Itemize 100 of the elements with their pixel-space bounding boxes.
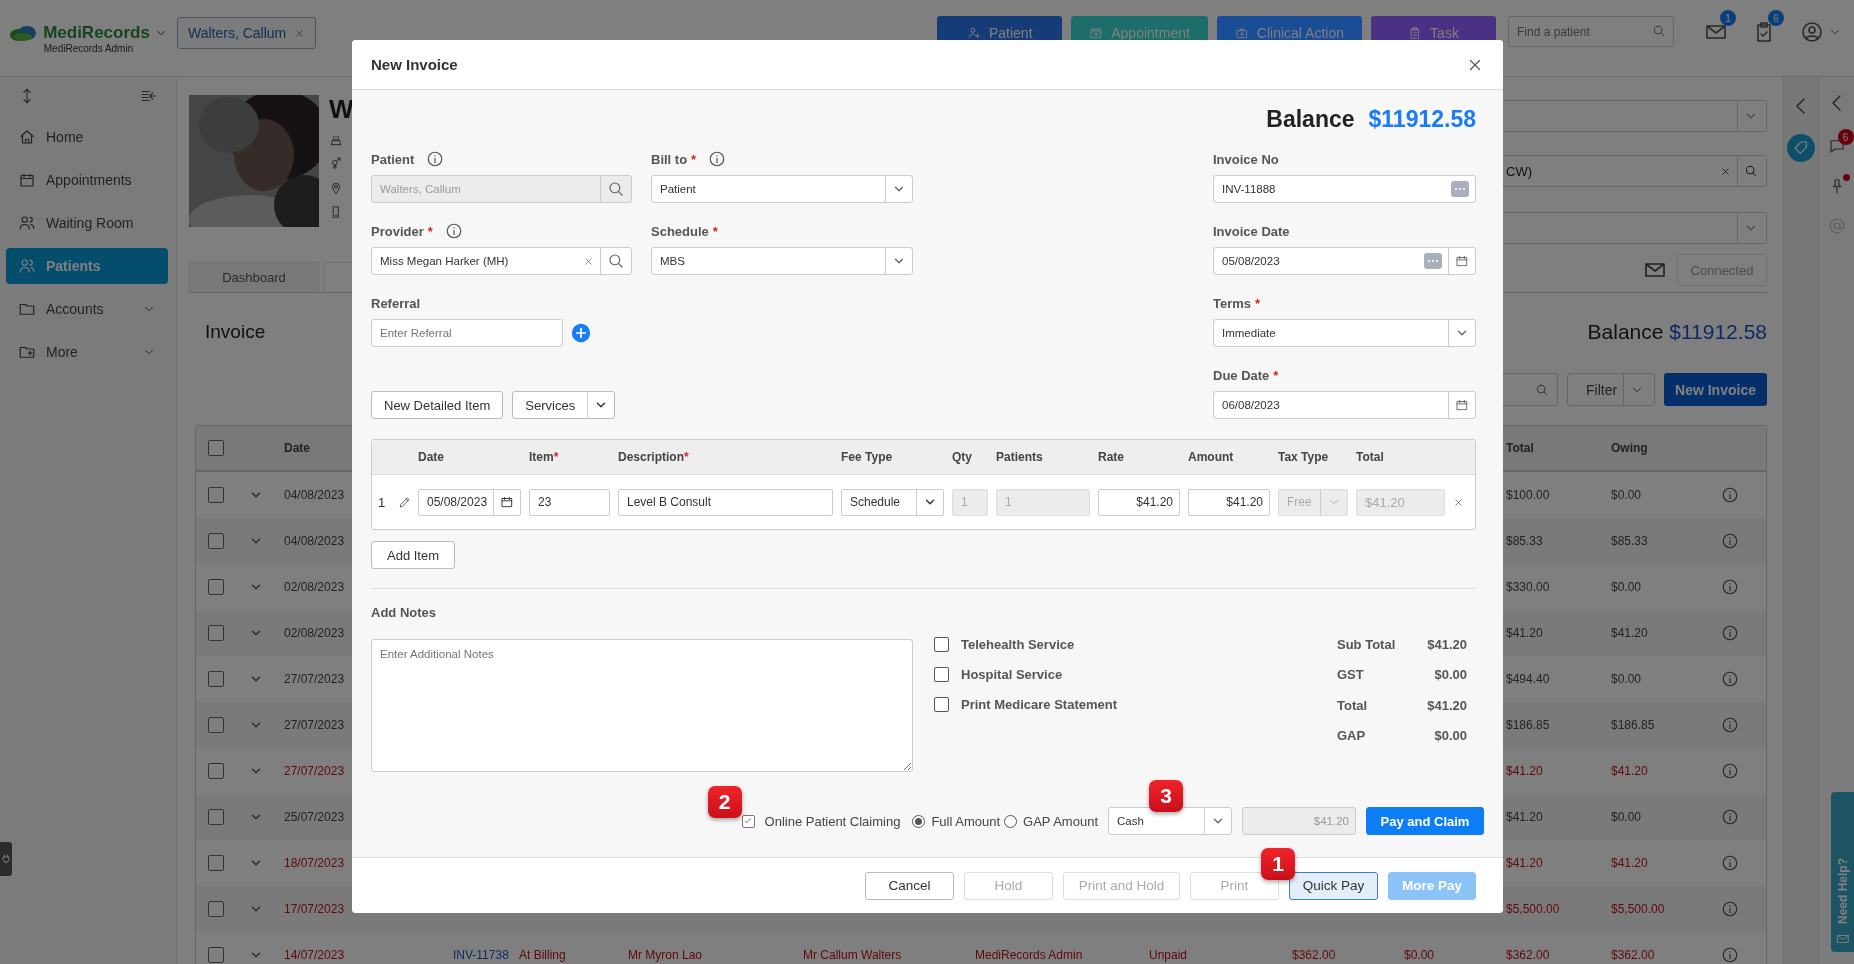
invoice-link[interactable]: INV-11738	[453, 948, 509, 962]
info-icon[interactable]	[1720, 532, 1739, 550]
checkbox[interactable]	[208, 440, 224, 456]
field-label: Provider	[371, 223, 424, 239]
user-icon[interactable]	[1800, 20, 1824, 44]
search-icon[interactable]	[607, 252, 625, 270]
sidebar-item[interactable]: Home	[6, 119, 168, 155]
checkbox[interactable]	[934, 696, 949, 712]
qty-field[interactable]: 1	[952, 488, 988, 516]
info-icon[interactable]	[1720, 624, 1739, 642]
sidebar-item[interactable]: Appointments	[6, 162, 168, 198]
payment-method-select[interactable]: Cash	[1108, 807, 1232, 835]
checkbox[interactable]	[208, 763, 224, 779]
rate-field[interactable]: $41.20	[1098, 488, 1180, 516]
checkbox[interactable]	[208, 855, 224, 871]
clear-icon[interactable]	[1720, 165, 1731, 177]
select-field[interactable]: MBS	[651, 247, 913, 275]
checkbox[interactable]	[934, 636, 949, 652]
referral-field[interactable]: Enter Referral	[371, 319, 563, 347]
services-button[interactable]: Services	[512, 391, 616, 419]
calendar-icon[interactable]	[1455, 254, 1469, 268]
checkbox[interactable]	[208, 579, 224, 595]
tab[interactable]: Dashboard	[189, 262, 319, 292]
calendar-icon[interactable]	[500, 495, 514, 509]
info-icon[interactable]	[1720, 486, 1739, 504]
plug-icon[interactable]	[0, 842, 12, 876]
add-icon[interactable]	[571, 323, 591, 343]
date-field[interactable]: 05/08/2023	[418, 488, 521, 516]
sidebar-item[interactable]: Accounts	[6, 291, 168, 327]
checkbox[interactable]	[741, 814, 755, 828]
date-field[interactable]: 06/08/2023	[1213, 391, 1476, 419]
fee-type-select[interactable]: Schedule	[841, 488, 944, 516]
more-icon[interactable]	[1451, 181, 1469, 197]
info-icon[interactable]	[444, 222, 463, 240]
checkbox[interactable]	[208, 947, 224, 963]
info-icon[interactable]	[1720, 900, 1739, 918]
patients-field[interactable]: 1	[996, 488, 1090, 516]
search-icon[interactable]	[1744, 164, 1758, 178]
sidebar-item[interactable]: Patients	[6, 248, 168, 284]
info-icon[interactable]	[1720, 808, 1739, 826]
patient-tab[interactable]: Walters, Callum	[177, 17, 317, 49]
tax-type-select[interactable]: Free	[1278, 488, 1348, 516]
table-cell: At Billing	[519, 948, 566, 962]
total-value: $0.00	[1433, 728, 1467, 744]
checkbox[interactable]	[934, 666, 949, 682]
column-header: Rate	[1098, 450, 1124, 464]
table-cell: $41.20	[1611, 764, 1648, 778]
tag-icon[interactable]	[1787, 134, 1815, 162]
total-field[interactable]: $41.20	[1356, 488, 1445, 516]
count-badge: 6	[1768, 10, 1784, 26]
info-icon[interactable]	[1720, 716, 1739, 734]
search-field[interactable]: Miss Megan Harker (MH)	[371, 247, 632, 275]
info-icon[interactable]	[1720, 578, 1739, 596]
info-icon[interactable]	[1720, 946, 1739, 964]
more-icon[interactable]	[1424, 253, 1442, 269]
footer-button[interactable]: Quick Pay	[1289, 871, 1378, 900]
radio-button[interactable]	[1004, 814, 1018, 828]
info-icon[interactable]	[1720, 762, 1739, 780]
info-icon[interactable]	[708, 150, 727, 168]
footer-button[interactable]: Cancel	[865, 871, 954, 900]
info-icon[interactable]	[1720, 854, 1739, 872]
step-marker: 3	[1149, 780, 1183, 812]
help-tab[interactable]: Need Help?	[1831, 792, 1854, 952]
search-icon[interactable]	[1535, 382, 1549, 397]
edit-icon[interactable]	[398, 495, 412, 509]
checkbox[interactable]	[208, 717, 224, 733]
checkbox[interactable]	[208, 671, 224, 687]
option-label: Print Medicare Statement	[961, 696, 1118, 712]
filter-button[interactable]: Filter	[1567, 373, 1655, 406]
text-field[interactable]: INV-11888	[1213, 175, 1476, 203]
amount-field[interactable]: $41.20	[1188, 488, 1270, 516]
radio-button[interactable]	[912, 814, 926, 828]
search-icon[interactable]	[1652, 24, 1666, 38]
clear-icon[interactable]	[583, 255, 594, 267]
date-field[interactable]: 05/08/2023	[1213, 247, 1476, 275]
notes-field[interactable]: Enter Additional Notes	[371, 639, 913, 772]
sidebar-item[interactable]: More	[6, 334, 168, 370]
checkbox[interactable]	[208, 533, 224, 549]
remove-icon[interactable]	[1453, 496, 1464, 508]
sidebar-item[interactable]: Waiting Room	[6, 205, 168, 241]
new-invoice-button[interactable]: New Invoice	[1664, 373, 1767, 406]
description-field[interactable]: Level B Consult	[618, 488, 833, 516]
checkbox[interactable]	[208, 625, 224, 641]
calendar-icon[interactable]	[1455, 398, 1469, 412]
brand-name: MediRecords	[43, 22, 150, 43]
info-icon[interactable]	[1720, 670, 1739, 688]
pay-and-claim-button[interactable]: Pay and Claim	[1366, 807, 1484, 835]
select-field[interactable]: Patient	[651, 175, 913, 203]
add-item-button[interactable]: Add Item	[371, 541, 455, 569]
new-item-button[interactable]: New Detailed Item	[371, 391, 504, 419]
amount-field[interactable]: $41.20	[1242, 807, 1356, 835]
search-field[interactable]: Find a patient	[1508, 16, 1674, 47]
select-field[interactable]: Immediate	[1213, 319, 1476, 347]
cake-icon	[329, 133, 343, 147]
checkbox[interactable]	[208, 487, 224, 503]
checkbox[interactable]	[208, 901, 224, 917]
table-cell: $41.20	[1611, 856, 1648, 870]
checkbox[interactable]	[208, 809, 224, 825]
item-field[interactable]: 23	[529, 488, 610, 516]
table-cell: 25/07/2023	[284, 810, 345, 824]
